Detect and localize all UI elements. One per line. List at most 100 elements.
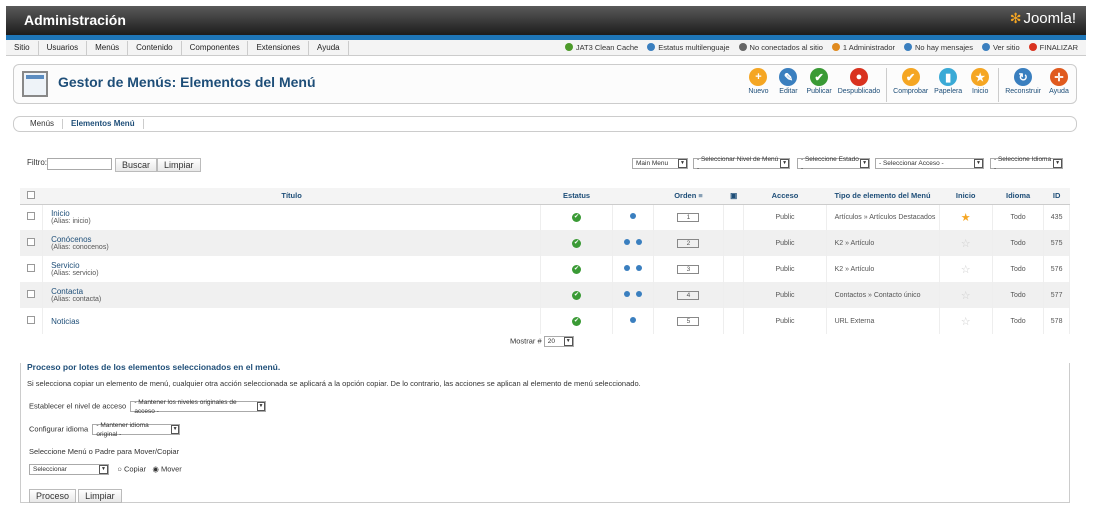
toolbar-button-label: Inicio — [972, 88, 989, 95]
row-checkbox[interactable] — [27, 290, 36, 298]
select-menu[interactable]: Main Menu ▼ — [632, 158, 688, 169]
col-order[interactable]: Orden ≡ — [653, 188, 724, 205]
toolbar-button-editar[interactable]: ✎ Editar — [773, 68, 803, 102]
app-title: Administración — [24, 12, 126, 28]
toolbar-button-label: Reconstruir — [1005, 88, 1041, 95]
status-item[interactable]: No hay mensajes — [904, 43, 973, 52]
toolbar-button-despublicado[interactable]: ● Despublicado — [835, 68, 883, 102]
order-arrow-icon[interactable] — [630, 213, 637, 220]
menu-contenido[interactable]: Contenido — [128, 40, 182, 55]
batch-language-select[interactable]: - Mantener idioma original - ▼ — [92, 422, 181, 438]
order-arrow-icon[interactable] — [630, 317, 637, 323]
menu-ayuda[interactable]: Ayuda — [309, 40, 349, 55]
pager-select[interactable]: 20 ▼ — [543, 336, 574, 347]
menu-extensiones[interactable]: Extensiones — [248, 40, 310, 55]
order-input[interactable]: 3 — [677, 264, 700, 274]
toolbar-button-nuevo[interactable]: + Nuevo — [743, 68, 773, 102]
status-icon — [1028, 43, 1037, 51]
item-title-link[interactable]: Conócenos — [51, 235, 540, 244]
col-language[interactable]: Idioma — [992, 188, 1044, 205]
order-input[interactable]: 1 — [677, 212, 700, 222]
order-arrow-icon[interactable] — [636, 239, 643, 245]
batch-language-label: Configurar idioma — [29, 424, 89, 434]
order-arrow-icon[interactable] — [624, 265, 631, 271]
published-icon[interactable]: ✔ — [572, 316, 582, 326]
toolbar-button-inicio[interactable]: ★ Inicio — [965, 68, 995, 102]
row-checkbox[interactable] — [27, 264, 36, 272]
select-access[interactable]: - Seleccionar Acceso - ▼ — [875, 158, 984, 169]
row-checkbox[interactable] — [27, 238, 36, 246]
status-item[interactable]: FINALIZAR — [1028, 43, 1078, 52]
batch-clear-button[interactable]: Limpiar — [78, 489, 122, 503]
order-arrow-icon[interactable] — [636, 265, 643, 271]
status-item[interactable]: JAT3 Clean Cache — [564, 43, 638, 52]
batch-move-label: Seleccione Menú o Padre para Mover/Copia… — [29, 447, 180, 456]
toolbar-button-label: Publicar — [806, 88, 832, 95]
search-button[interactable]: Buscar — [115, 158, 158, 172]
status-item[interactable]: Estatus multilenguaje — [647, 43, 730, 52]
chevron-down-icon: ▼ — [1053, 159, 1062, 168]
select-state-value: - Seleccione Estado - — [801, 155, 859, 172]
col-title[interactable]: Título — [42, 188, 541, 205]
published-icon[interactable]: ✔ — [572, 238, 582, 248]
col-home[interactable]: Inicio — [939, 188, 993, 205]
toolbar-button-ayuda[interactable]: ✛ Ayuda — [1044, 68, 1074, 102]
select-state[interactable]: - Seleccione Estado - ▼ — [797, 156, 870, 172]
menu-componentes[interactable]: Componentes — [182, 40, 249, 55]
language-cell: Todo — [992, 204, 1045, 230]
arrows-cell — [612, 308, 655, 334]
star-icon[interactable]: ☆ — [961, 238, 971, 250]
status-item[interactable]: Ver sitio — [981, 43, 1020, 52]
star-icon[interactable]: ★ — [961, 212, 971, 224]
item-title-link[interactable]: Noticias — [51, 317, 540, 326]
select-language[interactable]: - Seleccione Idioma - ▼ — [990, 156, 1063, 172]
star-icon[interactable]: ☆ — [961, 316, 971, 328]
row-checkbox[interactable] — [27, 212, 36, 221]
menu-menus[interactable]: Menús — [87, 40, 129, 55]
col-access[interactable]: Acceso — [743, 188, 827, 205]
chevron-down-icon: ▼ — [780, 159, 789, 168]
copy-radio[interactable]: ○ — [117, 464, 122, 473]
filter-input[interactable] — [47, 158, 112, 170]
order-arrow-icon[interactable] — [636, 291, 643, 297]
clear-button[interactable]: Limpiar — [157, 158, 201, 172]
published-icon[interactable]: ✔ — [572, 212, 582, 222]
menu-usuarios[interactable]: Usuarios — [39, 40, 88, 55]
subnav-menu-items[interactable]: Elementos Menú — [63, 119, 144, 129]
published-icon[interactable]: ✔ — [572, 290, 582, 300]
toolbar-button-comprobar[interactable]: ✔ Comprobar — [890, 68, 931, 102]
select-all-checkbox[interactable] — [27, 190, 36, 199]
select-level[interactable]: - Seleccionar Nivel de Menú - ▼ — [693, 156, 790, 172]
row-checkbox-cell — [20, 282, 44, 308]
col-arrows — [612, 188, 654, 205]
item-title-link[interactable]: Servicio — [51, 261, 540, 270]
col-status[interactable]: Estatus — [540, 188, 613, 205]
toolbar-button-publicar[interactable]: ✔ Publicar — [803, 68, 834, 102]
row-checkbox[interactable] — [27, 316, 36, 324]
order-input[interactable]: 5 — [677, 316, 700, 326]
star-icon[interactable]: ☆ — [961, 290, 971, 302]
item-title-link[interactable]: Inicio — [51, 209, 540, 218]
menu-sitio[interactable]: Sitio — [6, 40, 39, 55]
batch-move-select[interactable]: Seleccionar ▼ — [29, 464, 109, 475]
status-item[interactable]: No conectados al sitio — [738, 43, 823, 52]
status-item[interactable]: 1 Administrador — [831, 43, 895, 52]
subnav-menus[interactable]: Menús — [22, 119, 64, 129]
batch-access-select[interactable]: - Mantener los niveles originales de acc… — [130, 399, 267, 415]
order-arrow-icon[interactable] — [624, 291, 631, 297]
toolbar-button-papelera[interactable]: ▮ Papelera — [931, 68, 965, 102]
published-icon[interactable]: ✔ — [572, 264, 582, 274]
col-type[interactable]: Tipo de elemento del Menú — [826, 188, 940, 205]
save-order-icon[interactable]: ▣ — [723, 188, 744, 205]
col-id[interactable]: ID — [1043, 188, 1070, 205]
order-input[interactable]: 2 — [677, 238, 700, 248]
order-input[interactable]: 4 — [677, 290, 700, 300]
toolbar-button-reconstruir[interactable]: ↻ Reconstruir — [1002, 68, 1044, 102]
item-title-link[interactable]: Contacta — [51, 287, 540, 296]
order-arrow-icon[interactable] — [624, 239, 631, 245]
move-radio[interactable]: ◉ — [152, 464, 159, 473]
star-icon[interactable]: ☆ — [961, 264, 971, 276]
type-cell: Artículos » Artículos Destacados — [826, 204, 940, 230]
empty-cell — [723, 230, 745, 256]
process-button[interactable]: Proceso — [29, 489, 77, 503]
